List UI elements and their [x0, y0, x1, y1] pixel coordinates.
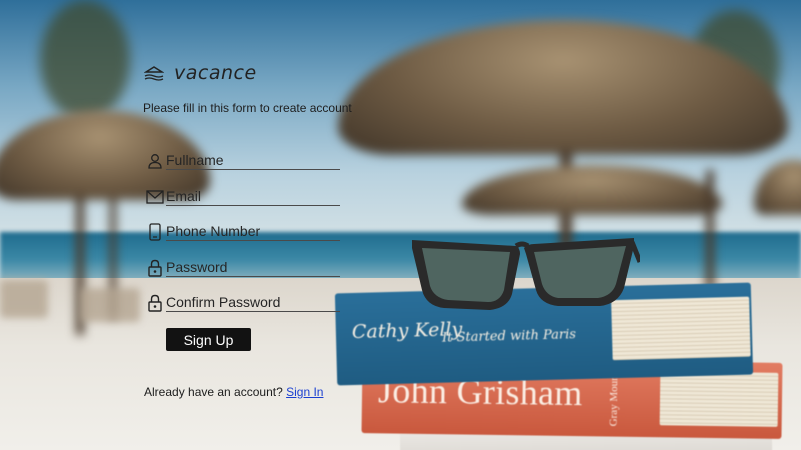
password-input[interactable] — [166, 259, 340, 277]
confirm-password-input[interactable] — [166, 294, 340, 312]
signup-form: vacance Please fill in this form to crea… — [0, 0, 801, 450]
fullname-field — [146, 148, 340, 170]
fullname-input[interactable] — [166, 152, 340, 170]
user-icon — [146, 152, 164, 170]
logo-text: vacance — [174, 62, 257, 84]
lock-icon — [146, 294, 164, 312]
sign-in-link[interactable]: Sign In — [286, 385, 323, 399]
signin-prompt-text: Already have an account? — [144, 385, 283, 399]
phone-icon — [146, 223, 164, 241]
mail-icon — [146, 188, 164, 206]
phone-input[interactable] — [166, 223, 340, 241]
password-field — [146, 255, 340, 277]
confirm-password-field — [146, 290, 340, 312]
form-subtitle: Please fill in this form to create accou… — [143, 101, 352, 115]
logo: vacance — [144, 62, 257, 84]
email-field — [146, 184, 340, 206]
signin-prompt: Already have an account? Sign In — [144, 385, 323, 399]
hut-icon — [144, 66, 164, 81]
sign-up-button[interactable]: Sign Up — [166, 328, 251, 351]
lock-icon — [146, 259, 164, 277]
email-input[interactable] — [166, 188, 340, 206]
phone-field — [146, 219, 340, 241]
